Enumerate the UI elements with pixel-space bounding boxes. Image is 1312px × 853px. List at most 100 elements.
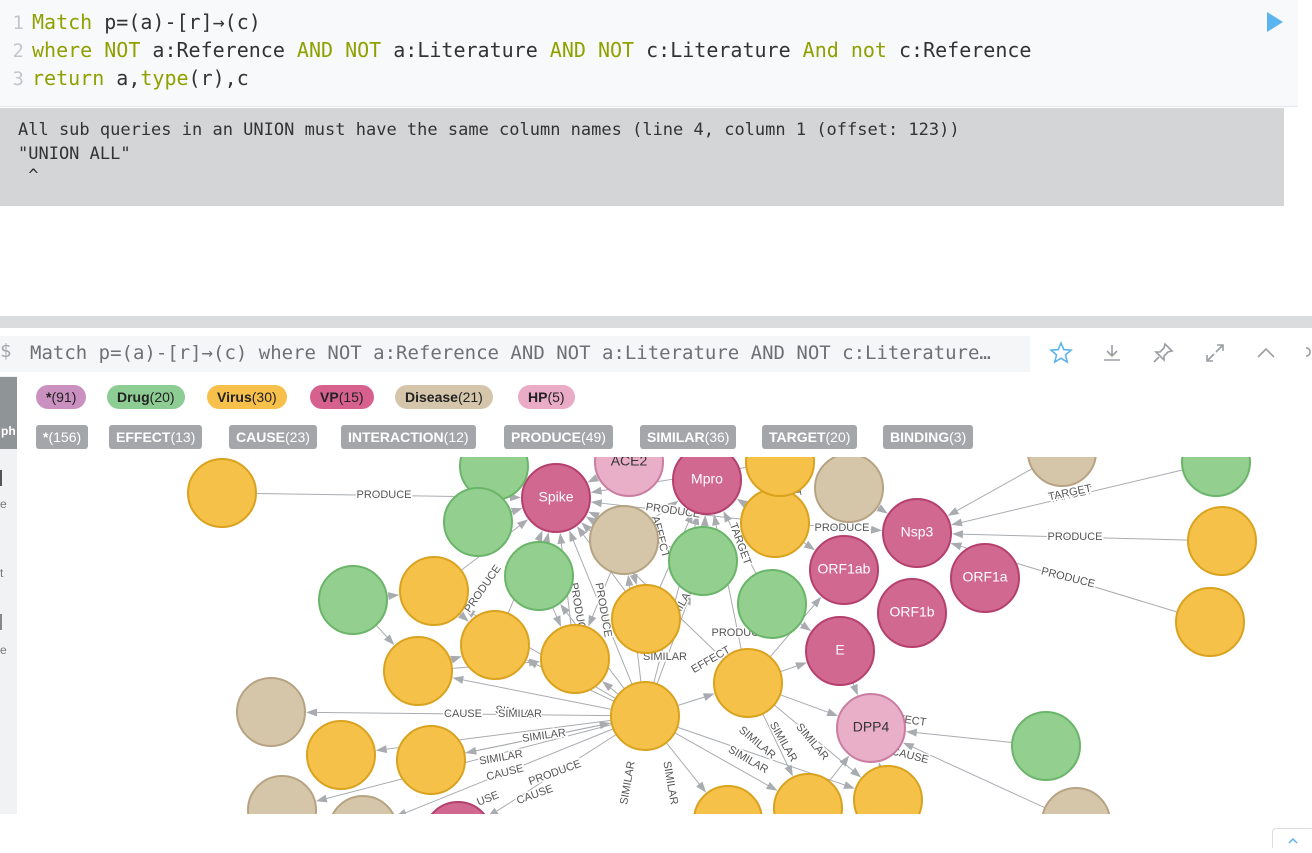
node-mpro[interactable]: Mpro xyxy=(673,457,741,514)
node-disease[interactable] xyxy=(590,506,658,574)
run-query-button[interactable] xyxy=(1264,10,1286,34)
code-line[interactable]: 1Match p=(a)-[r]→(c) xyxy=(0,8,261,36)
expand-icon[interactable] xyxy=(1202,340,1228,366)
node-circle[interactable] xyxy=(237,678,305,746)
node-virus[interactable] xyxy=(1176,588,1244,656)
pin-icon[interactable] xyxy=(1150,340,1176,366)
node-spike[interactable]: Spike xyxy=(522,464,590,532)
node-drug[interactable] xyxy=(1012,712,1080,780)
node-circle[interactable] xyxy=(741,489,809,557)
node-circle[interactable] xyxy=(384,637,452,705)
node-label-pill[interactable]: Virus(30) xyxy=(207,385,287,409)
node-circle[interactable] xyxy=(444,488,512,556)
relationship-tag[interactable]: BINDING(3) xyxy=(883,425,973,449)
node-circle[interactable] xyxy=(746,457,814,496)
graph-view-tab[interactable]: ph xyxy=(0,377,17,449)
node-circle[interactable] xyxy=(1012,712,1080,780)
node-circle[interactable] xyxy=(307,721,375,789)
node-disease[interactable] xyxy=(237,678,305,746)
star-icon[interactable] xyxy=(1048,340,1074,366)
node-label-pill[interactable]: Drug(20) xyxy=(107,385,185,409)
code-line[interactable]: 2where NOT a:Reference AND NOT a:Literat… xyxy=(0,36,1031,64)
node-circle[interactable] xyxy=(248,776,316,814)
node-virus[interactable] xyxy=(774,774,842,814)
node-virus[interactable] xyxy=(1188,507,1256,575)
node-circle[interactable] xyxy=(738,570,806,638)
node-circle[interactable] xyxy=(400,557,468,625)
relationship-tag[interactable]: EFFECT(13) xyxy=(109,425,202,449)
collapse-icon[interactable] xyxy=(1253,340,1279,366)
node-drug[interactable] xyxy=(738,570,806,638)
node-drug[interactable] xyxy=(1182,457,1250,496)
node-disease[interactable] xyxy=(815,457,883,522)
node-virus[interactable] xyxy=(400,557,468,625)
node-circle[interactable] xyxy=(505,542,573,610)
node-label-pill[interactable]: Disease(21) xyxy=(395,385,493,409)
node-circle[interactable] xyxy=(1028,457,1096,486)
node-virus[interactable] xyxy=(612,585,680,653)
node-circle[interactable] xyxy=(1176,588,1244,656)
node-virus[interactable] xyxy=(541,625,609,693)
node-circle[interactable] xyxy=(612,585,680,653)
node-circle[interactable] xyxy=(774,774,842,814)
node-virus[interactable] xyxy=(741,489,809,557)
node-label-pill[interactable]: *(91) xyxy=(36,385,86,409)
node-circle[interactable] xyxy=(854,766,922,814)
node-virus[interactable] xyxy=(307,721,375,789)
graph-svg[interactable]: PRODUCETARGETPRODUCEPRODUCECAUSESIMILARS… xyxy=(17,457,1312,814)
node-circle[interactable] xyxy=(319,566,387,634)
node-virus[interactable] xyxy=(611,682,679,750)
node-e[interactable]: E xyxy=(806,617,874,685)
close-icon[interactable] xyxy=(1300,340,1312,366)
relationship-edge[interactable] xyxy=(780,695,835,715)
node-orf1ab[interactable]: ORF1ab xyxy=(810,536,878,604)
node-virus[interactable] xyxy=(188,459,256,527)
code-line[interactable]: 3return a,type(r),c xyxy=(0,64,249,92)
node-virus[interactable] xyxy=(397,726,465,794)
query-editor[interactable]: 1Match p=(a)-[r]→(c)2where NOT a:Referen… xyxy=(0,0,1298,107)
node-circle[interactable] xyxy=(1182,457,1250,496)
relationship-tag[interactable]: PRODUCE(49) xyxy=(504,425,613,449)
node-circle[interactable] xyxy=(1042,788,1110,814)
node-virus[interactable] xyxy=(854,766,922,814)
node-virus[interactable] xyxy=(384,637,452,705)
node-disease[interactable] xyxy=(329,796,397,814)
node-virus[interactable] xyxy=(461,611,529,679)
node-virus[interactable] xyxy=(746,457,814,496)
relationship-tag[interactable]: CAUSE(23) xyxy=(229,425,317,449)
node-nsp3[interactable]: Nsp3 xyxy=(883,499,951,567)
node-virus[interactable] xyxy=(714,649,782,717)
scroll-up-button[interactable] xyxy=(1272,828,1312,848)
node-circle[interactable] xyxy=(397,726,465,794)
node-orf1b[interactable]: ORF1b xyxy=(878,579,946,647)
relationship-tag[interactable]: INTERACTION(12) xyxy=(341,425,476,449)
node-drug[interactable] xyxy=(319,566,387,634)
relationship-tag[interactable]: TARGET(20) xyxy=(762,425,857,449)
node-disease[interactable] xyxy=(248,776,316,814)
node-circle[interactable] xyxy=(590,506,658,574)
node-circle[interactable] xyxy=(669,527,737,595)
node-circle[interactable] xyxy=(188,459,256,527)
node-circle[interactable] xyxy=(815,457,883,522)
node-circle[interactable] xyxy=(1188,507,1256,575)
relationship-tag[interactable]: *(156) xyxy=(36,425,88,449)
code-tab-icon[interactable] xyxy=(0,614,2,630)
node-circle[interactable] xyxy=(714,649,782,717)
graph-canvas[interactable]: PRODUCETARGETPRODUCEPRODUCECAUSESIMILARS… xyxy=(17,457,1312,814)
node-label-pill[interactable]: HP(5) xyxy=(518,385,575,409)
node-orf1a[interactable]: ORF1a xyxy=(951,544,1019,612)
node-drug[interactable] xyxy=(505,542,573,610)
relationship-edge[interactable] xyxy=(950,469,1032,515)
node-circle[interactable] xyxy=(461,611,529,679)
download-icon[interactable] xyxy=(1099,340,1125,366)
node-dpp4[interactable]: DPP4 xyxy=(837,694,905,762)
node-circle[interactable] xyxy=(541,625,609,693)
relationship-tag[interactable]: SIMILAR(36) xyxy=(640,425,736,449)
table-tab-icon[interactable] xyxy=(0,470,2,486)
node-disease[interactable] xyxy=(1028,457,1096,486)
node-label-pill[interactable]: VP(15) xyxy=(310,385,374,409)
node-circle[interactable] xyxy=(329,796,397,814)
frame-query-text[interactable]: Match p=(a)-[r]→(c) where NOT a:Referenc… xyxy=(0,336,1030,372)
node-circle[interactable] xyxy=(611,682,679,750)
relationship-edge[interactable] xyxy=(909,732,1012,743)
